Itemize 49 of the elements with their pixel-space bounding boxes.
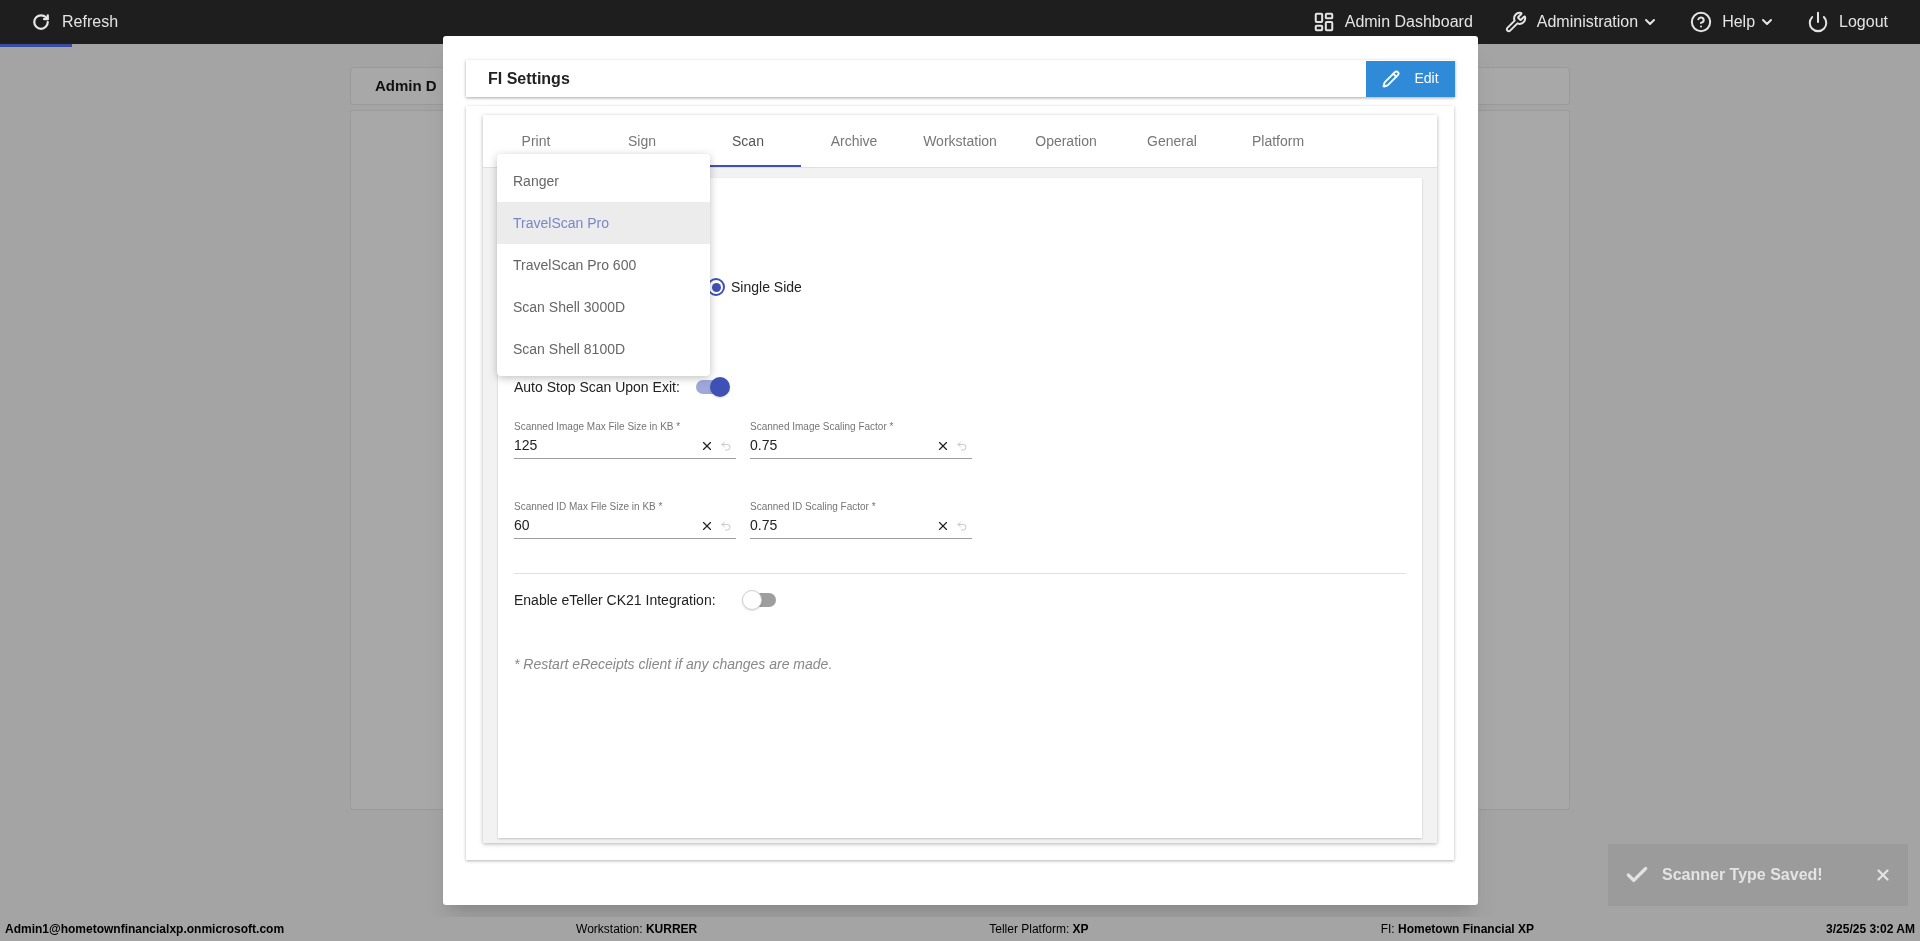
text-field[interactable]: 0.75 — [750, 513, 972, 539]
help-icon — [1690, 11, 1713, 33]
undo-icon[interactable] — [956, 519, 968, 532]
restart-note: * Restart eReceipts client if any changes are made. — [514, 655, 834, 674]
dialog-title: FI Settings — [488, 68, 570, 89]
dashboard-icon — [1312, 11, 1335, 33]
tab[interactable]: Platform — [1225, 115, 1331, 167]
refresh-icon — [32, 13, 50, 31]
refresh-button[interactable]: Refresh — [32, 10, 119, 34]
toggle-switch[interactable] — [741, 590, 778, 610]
text-field[interactable]: 0.75 — [750, 433, 972, 459]
tab[interactable]: Archive — [801, 115, 907, 167]
field-value: 60 — [514, 516, 531, 535]
status-datetime: 3/25/25 3:02 AM — [1826, 921, 1915, 938]
undo-icon[interactable] — [956, 439, 968, 452]
tab[interactable]: General — [1119, 115, 1225, 167]
status-user: Admin1@hometownfinancialxp.onmicrosoft.com — [5, 921, 285, 938]
setting-label: Auto Stop Scan Upon Exit: — [514, 377, 680, 397]
nav-link[interactable]: Help — [1690, 10, 1776, 34]
pencil-icon — [1382, 69, 1401, 88]
wrench-icon — [1504, 11, 1527, 33]
menu-option[interactable]: Scan Shell 3000D — [497, 286, 710, 328]
field-label: Scanned ID Scaling Factor * — [750, 501, 877, 513]
undo-icon[interactable] — [720, 519, 732, 532]
field-value: 0.75 — [750, 516, 779, 535]
undo-icon[interactable] — [720, 439, 732, 452]
status-item: FI: Hometown Financial XP — [1380, 921, 1534, 938]
toast-message: Scanner Type Saved! — [1662, 865, 1824, 885]
field-label: Scanned Image Scaling Factor * — [750, 421, 895, 433]
nav-link[interactable]: Logout — [1807, 10, 1888, 34]
nav-link[interactable]: Admin Dashboard — [1312, 10, 1473, 34]
status-item: Teller Platform: XP — [989, 921, 1089, 938]
tab[interactable]: Operation — [1013, 115, 1119, 167]
nav-link[interactable]: Administration — [1504, 10, 1659, 34]
panel-tab-label: Admin D — [375, 75, 437, 96]
field-label: Scanned ID Max File Size in KB * — [514, 501, 664, 513]
tab[interactable]: Workstation — [907, 115, 1013, 167]
edit-button[interactable]: Edit — [1366, 60, 1455, 97]
status-item: Workstation: KURRER — [576, 921, 698, 938]
power-icon — [1807, 11, 1830, 33]
close-icon[interactable] — [1874, 866, 1892, 884]
text-field[interactable]: 125 — [514, 433, 736, 459]
setting-label: Enable eTeller CK21 Integration: — [514, 590, 716, 610]
menu-option[interactable]: Scan Shell 8100D — [497, 328, 710, 370]
text-field[interactable]: 60 — [514, 513, 736, 539]
field-label: Scanned Image Max File Size in KB * — [514, 421, 682, 433]
field-value: 125 — [514, 436, 539, 455]
field-value: 0.75 — [750, 436, 779, 455]
menu-option[interactable]: TravelScan Pro 600 — [497, 244, 710, 286]
